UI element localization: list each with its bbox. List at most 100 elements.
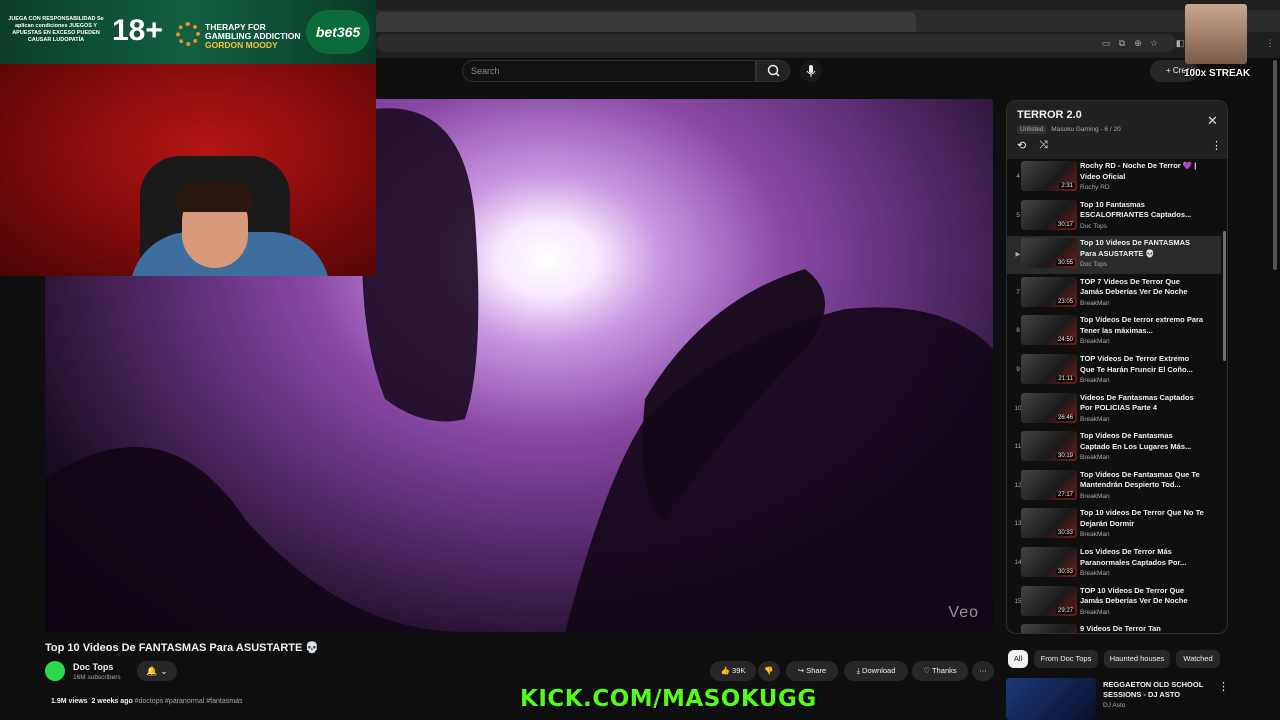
- extensions-icon[interactable]: ◧: [1175, 38, 1185, 48]
- share-button[interactable]: ↪ Share: [786, 661, 838, 681]
- address-bar[interactable]: [376, 34, 1176, 52]
- recommended-thumbnail[interactable]: [1006, 678, 1096, 720]
- playlist-item[interactable]: 10 26:46 Videos De Fantasmas Captados Por …: [1007, 391, 1221, 429]
- playlist-item-title[interactable]: Top Videos De Fantasmas Captado En Los L…: [1080, 431, 1204, 452]
- more-horizontal-icon: ⋯: [979, 666, 987, 675]
- dislike-button[interactable]: 👎: [758, 661, 780, 681]
- playlist-item-title[interactable]: 9 Videos De Terror Tan: [1080, 624, 1204, 633]
- chip-from-doc-tops[interactable]: From Doc Tops: [1034, 650, 1098, 668]
- playlist-item[interactable]: 15 29:27 TOP 10 Videos De Terror Que Jamás…: [1007, 584, 1221, 622]
- close-icon[interactable]: ✕: [1207, 113, 1218, 129]
- zoom-icon[interactable]: ⊕: [1133, 38, 1143, 48]
- playlist-item-title[interactable]: Videos De Fantasmas Captados Por POLICIA…: [1080, 393, 1204, 414]
- playlist-item-channel[interactable]: BreakMan: [1080, 377, 1110, 384]
- playlist-item-channel[interactable]: BreakMan: [1080, 338, 1110, 345]
- thanks-icon: ♡: [923, 666, 931, 675]
- recommended-channel[interactable]: DJ Asto: [1103, 702, 1125, 709]
- playlist-position: 6 / 20: [1104, 126, 1121, 133]
- playlist-title[interactable]: TERROR 2.0: [1017, 109, 1082, 121]
- more-actions-button[interactable]: ⋯: [972, 661, 994, 681]
- chip-all[interactable]: All: [1008, 650, 1028, 668]
- playlist-item-title[interactable]: TOP 7 Videos De Terror Que Jamás Debería…: [1080, 277, 1204, 298]
- playlist-owner[interactable]: Masoku Gaming: [1051, 126, 1098, 133]
- playlist-item-thumbnail[interactable]: 29:27: [1021, 585, 1077, 616]
- playlist-item-thumbnail[interactable]: 30:55: [1021, 238, 1077, 269]
- playlist-scrollbar[interactable]: [1223, 231, 1226, 361]
- loop-icon[interactable]: ⟲: [1017, 139, 1026, 152]
- playlist-item-thumbnail[interactable]: 21:11: [1021, 354, 1077, 384]
- channel-name[interactable]: Doc Tops: [73, 662, 113, 672]
- playlist-item-thumbnail[interactable]: 30:33: [1021, 508, 1077, 539]
- playlist-item-title[interactable]: TOP 10 Videos De Terror Que Jamás Deberí…: [1080, 586, 1204, 607]
- playlist-item-thumbnail[interactable]: 23:05: [1021, 276, 1077, 307]
- playlist-item[interactable]: 4 2:31 Rochy RD - Noche De Terror 💜 | Vide…: [1007, 159, 1221, 197]
- playlist-item-thumbnail[interactable]: [1021, 624, 1077, 633]
- playlist-item-channel[interactable]: Doc Tops: [1080, 223, 1107, 230]
- more-options-icon[interactable]: ⋮: [1211, 139, 1222, 152]
- playlist-item-title[interactable]: Top Videos De terror extremo Para Tener …: [1080, 315, 1204, 336]
- recommended-title[interactable]: REGGAETON OLD SCHOOL SESSIONS - DJ ASTO: [1103, 680, 1213, 700]
- download-button[interactable]: ⤓ Download: [844, 661, 908, 681]
- playlist-item-thumbnail[interactable]: 24:50: [1021, 315, 1077, 346]
- playlist-item-duration: 27:17: [1055, 491, 1075, 498]
- playlist-item[interactable]: 11 30:19 Top Videos De Fantasmas Captado E…: [1007, 429, 1221, 467]
- playlist-item[interactable]: 14 30:33 Los Videos De Terror Más Paranorm…: [1007, 545, 1221, 583]
- playlist-item-channel[interactable]: BreakMan: [1080, 300, 1110, 307]
- playlist-item[interactable]: 9 21:11 TOP Videos De Terror Extremo Que T…: [1007, 352, 1221, 390]
- playlist-item-channel[interactable]: Doc Tops: [1080, 261, 1107, 268]
- channel-avatar[interactable]: [45, 661, 65, 681]
- search-button[interactable]: [756, 60, 790, 82]
- playlist-item-channel[interactable]: BreakMan: [1080, 609, 1110, 616]
- age-badge: 18+: [112, 14, 163, 47]
- playlist-item-title[interactable]: TOP Videos De Terror Extremo Que Te Hará…: [1080, 354, 1204, 375]
- unlisted-badge: Unlisted: [1017, 125, 1047, 134]
- playlist-item-title[interactable]: Top 10 Fantasmas ESCALOFRIANTES Captados…: [1080, 200, 1204, 221]
- playlist-item[interactable]: 12 27:17 Top Videos De Fantasmas Que Te Ma…: [1007, 468, 1221, 506]
- translate-icon[interactable]: ⧉: [1117, 38, 1127, 48]
- hashtags[interactable]: #doctops #paranormal #fantasmas: [135, 698, 243, 705]
- video-stats[interactable]: 1.9M views 2 weeks ago #doctops #paranor…: [51, 698, 242, 705]
- playlist-item[interactable]: 13 30:33 Top 10 videos De Terror Que No Te…: [1007, 506, 1221, 544]
- playlist-item[interactable]: 7 23:05 TOP 7 Videos De Terror Que Jamás D…: [1007, 275, 1221, 313]
- chip-watched[interactable]: Watched: [1176, 650, 1220, 668]
- shuffle-icon[interactable]: ⤨: [1039, 139, 1048, 152]
- playlist-item-channel[interactable]: BreakMan: [1080, 454, 1110, 461]
- playlist-item-title[interactable]: Los Videos De Terror Más Paranormales Ca…: [1080, 547, 1204, 568]
- browser-tab[interactable]: [376, 12, 916, 32]
- playlist-item-thumbnail[interactable]: 27:17: [1021, 469, 1077, 500]
- share-label: Share: [806, 666, 827, 675]
- bookmark-star-icon[interactable]: ☆: [1149, 38, 1159, 48]
- playlist-item-title[interactable]: Top 10 Videos De FANTASMAS Para ASUSTART…: [1080, 238, 1204, 259]
- playlist-item-title[interactable]: Top 10 videos De Terror Que No Te Dejará…: [1080, 508, 1204, 529]
- playlist-item[interactable]: 5 30:17 Top 10 Fantasmas ESCALOFRIANTES Ca…: [1007, 198, 1221, 236]
- page-scrollbar[interactable]: [1273, 60, 1277, 270]
- microphone-icon: [806, 65, 816, 77]
- browser-menu-icon[interactable]: ⋮: [1265, 38, 1275, 48]
- thanks-button[interactable]: ♡ Thanks: [912, 661, 968, 681]
- playlist-item-title[interactable]: Rochy RD - Noche De Terror 💜 | Video Ofi…: [1080, 161, 1204, 182]
- playlist-item-thumbnail[interactable]: 30:19: [1021, 431, 1077, 462]
- playlist-item[interactable]: 169 Videos De Terror Tan: [1007, 622, 1221, 633]
- playlist-item[interactable]: ▶ 30:55 Top 10 Videos De FANTASMAS Para AS…: [1007, 236, 1221, 275]
- install-icon[interactable]: ▭: [1101, 38, 1111, 48]
- search-input[interactable]: Search: [462, 60, 756, 82]
- playlist-item-thumbnail[interactable]: 2:31: [1021, 161, 1077, 191]
- kick-channel-overlay: KICK.COM/MASOKUGG: [520, 686, 817, 712]
- playlist-item-channel[interactable]: BreakMan: [1080, 570, 1110, 577]
- playlist-item-channel[interactable]: BreakMan: [1080, 416, 1110, 423]
- more-options-icon[interactable]: ⋮: [1218, 680, 1229, 693]
- playlist-item-channel[interactable]: Rochy RD: [1080, 184, 1110, 191]
- voice-search-button[interactable]: [800, 60, 822, 82]
- playlist-item-title[interactable]: Top Videos De Fantasmas Que Te Mantendrá…: [1080, 470, 1204, 491]
- playlist-item-thumbnail[interactable]: 30:33: [1021, 547, 1077, 577]
- playlist-item-channel[interactable]: BreakMan: [1080, 531, 1110, 538]
- playlist-item[interactable]: 8 24:50 Top Videos De terror extremo Para …: [1007, 313, 1221, 351]
- chip-haunted-houses[interactable]: Haunted houses: [1104, 650, 1170, 668]
- download-icon: ⤓: [856, 666, 860, 675]
- playlist-item-thumbnail[interactable]: 30:17: [1021, 199, 1077, 230]
- playlist-item-thumbnail[interactable]: 26:46: [1021, 392, 1077, 423]
- like-button[interactable]: 👍 39K: [710, 661, 756, 681]
- playlist-item-channel[interactable]: BreakMan: [1080, 493, 1110, 500]
- subscribed-bell-button[interactable]: 🔔 ⌄: [137, 661, 177, 681]
- playlist-meta: Unlisted Masoku Gaming - 6 / 20: [1017, 125, 1121, 134]
